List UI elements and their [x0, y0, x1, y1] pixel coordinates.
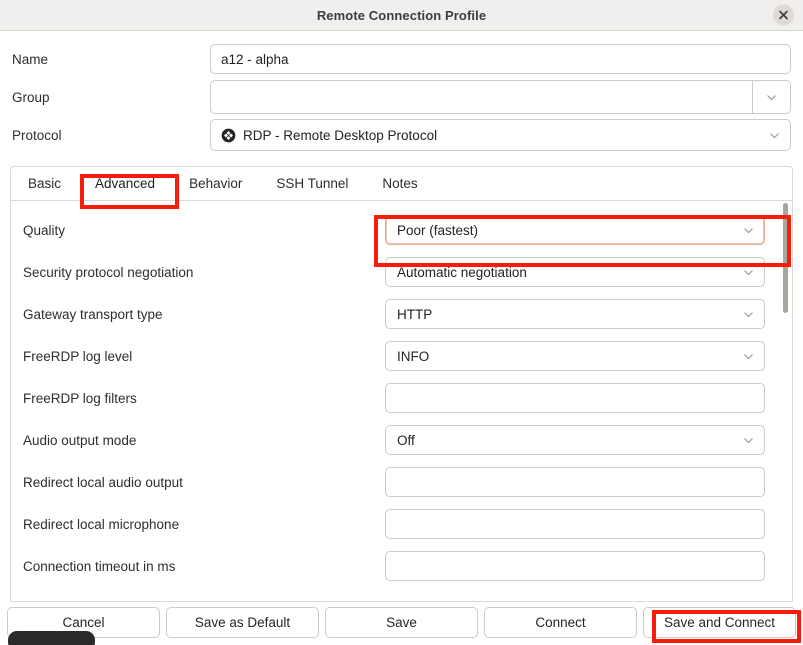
tab-ssh-tunnel-label: SSH Tunnel [276, 176, 348, 191]
quality-value: Poor (fastest) [397, 223, 742, 238]
audio-output-mode-value: Off [397, 433, 742, 448]
remote-connection-profile-dialog: Remote Connection Profile Name a12 - alp… [0, 0, 803, 645]
title-bar: Remote Connection Profile [0, 0, 803, 31]
name-input-value: a12 - alpha [221, 52, 289, 67]
gateway-transport-type-value: HTTP [397, 307, 742, 322]
protocol-label: Protocol [12, 128, 210, 143]
row-quality: Quality Poor (fastest) [11, 209, 779, 251]
tab-bar: Basic Advanced Behavior SSH Tunnel Notes [10, 166, 793, 200]
connect-button-label: Connect [535, 615, 585, 630]
notification-toast-sliver [8, 631, 95, 645]
chevron-down-icon [765, 91, 778, 104]
close-icon[interactable] [773, 5, 794, 26]
row-freerdp-log-level: FreeRDP log level INFO [11, 335, 779, 377]
chevron-down-icon [768, 129, 781, 142]
audio-output-mode-label: Audio output mode [23, 433, 385, 448]
tab-basic-label: Basic [28, 176, 61, 191]
quality-select[interactable]: Poor (fastest) [385, 215, 765, 245]
quality-label: Quality [23, 223, 385, 238]
group-combo[interactable] [210, 80, 791, 114]
save-button-label: Save [386, 615, 417, 630]
vertical-scrollbar[interactable] [779, 201, 792, 601]
tab-notes[interactable]: Notes [365, 167, 434, 200]
freerdp-log-filters-label: FreeRDP log filters [23, 391, 385, 406]
chevron-down-icon [742, 434, 755, 447]
freerdp-log-filters-input[interactable] [385, 383, 765, 413]
rdp-icon [221, 128, 236, 143]
save-as-default-button[interactable]: Save as Default [166, 607, 319, 638]
redirect-local-microphone-input[interactable] [385, 509, 765, 539]
security-protocol-negotiation-value: Automatic negotiation [397, 265, 742, 280]
chevron-down-icon [742, 266, 755, 279]
name-input[interactable]: a12 - alpha [210, 44, 791, 74]
row-audio-output-mode: Audio output mode Off [11, 419, 779, 461]
save-as-default-button-label: Save as Default [195, 615, 290, 630]
security-protocol-negotiation-select[interactable]: Automatic negotiation [385, 257, 765, 287]
audio-output-mode-select[interactable]: Off [385, 425, 765, 455]
dialog-button-bar: Cancel Save as Default Save Connect Save… [0, 602, 803, 645]
protocol-value: RDP - Remote Desktop Protocol [243, 128, 437, 143]
save-button[interactable]: Save [325, 607, 478, 638]
redirect-local-audio-output-label: Redirect local audio output [23, 475, 385, 490]
window-title: Remote Connection Profile [317, 8, 486, 23]
profile-header-form: Name a12 - alpha Group [0, 31, 803, 161]
chevron-down-icon [742, 350, 755, 363]
scrollbar-thumb[interactable] [783, 203, 788, 313]
redirect-local-audio-output-input[interactable] [385, 467, 765, 497]
connection-timeout-in-ms-input[interactable] [385, 551, 765, 581]
tab-behavior[interactable]: Behavior [172, 167, 259, 200]
advanced-settings-list: Quality Poor (fastest) Security protocol… [11, 201, 779, 601]
group-row: Group [12, 78, 791, 116]
group-input[interactable] [211, 81, 752, 113]
tab-notes-label: Notes [382, 176, 417, 191]
protocol-combo[interactable]: RDP - Remote Desktop Protocol [210, 119, 791, 151]
freerdp-log-level-select[interactable]: INFO [385, 341, 765, 371]
cancel-button-label: Cancel [62, 615, 104, 630]
group-dropdown-button[interactable] [752, 81, 790, 113]
save-and-connect-button-label: Save and Connect [664, 615, 775, 630]
tab-basic[interactable]: Basic [11, 167, 78, 200]
chevron-down-icon [742, 308, 755, 321]
security-protocol-negotiation-label: Security protocol negotiation [23, 265, 385, 280]
group-label: Group [12, 90, 210, 105]
tab-advanced-label: Advanced [95, 176, 155, 191]
name-row: Name a12 - alpha [12, 40, 791, 78]
tab-ssh-tunnel[interactable]: SSH Tunnel [259, 167, 365, 200]
freerdp-log-level-value: INFO [397, 349, 742, 364]
connect-button[interactable]: Connect [484, 607, 637, 638]
row-redirect-local-audio-output: Redirect local audio output [11, 461, 779, 503]
tab-behavior-label: Behavior [189, 176, 242, 191]
gateway-transport-type-select[interactable]: HTTP [385, 299, 765, 329]
redirect-local-microphone-label: Redirect local microphone [23, 517, 385, 532]
freerdp-log-level-label: FreeRDP log level [23, 349, 385, 364]
row-freerdp-log-filters: FreeRDP log filters [11, 377, 779, 419]
save-and-connect-button[interactable]: Save and Connect [643, 607, 796, 638]
tab-advanced[interactable]: Advanced [78, 167, 172, 200]
row-connection-timeout-in-ms: Connection timeout in ms [11, 545, 779, 587]
gateway-transport-type-label: Gateway transport type [23, 307, 385, 322]
row-security-protocol-negotiation: Security protocol negotiation Automatic … [11, 251, 779, 293]
connection-timeout-in-ms-label: Connection timeout in ms [23, 559, 385, 574]
advanced-tab-panel: Quality Poor (fastest) Security protocol… [10, 200, 793, 602]
protocol-row: Protocol RDP - Remote Desktop Protocol [12, 116, 791, 154]
row-gateway-transport-type: Gateway transport type HTTP [11, 293, 779, 335]
name-label: Name [12, 52, 210, 67]
row-redirect-local-microphone: Redirect local microphone [11, 503, 779, 545]
chevron-down-icon [742, 224, 755, 237]
